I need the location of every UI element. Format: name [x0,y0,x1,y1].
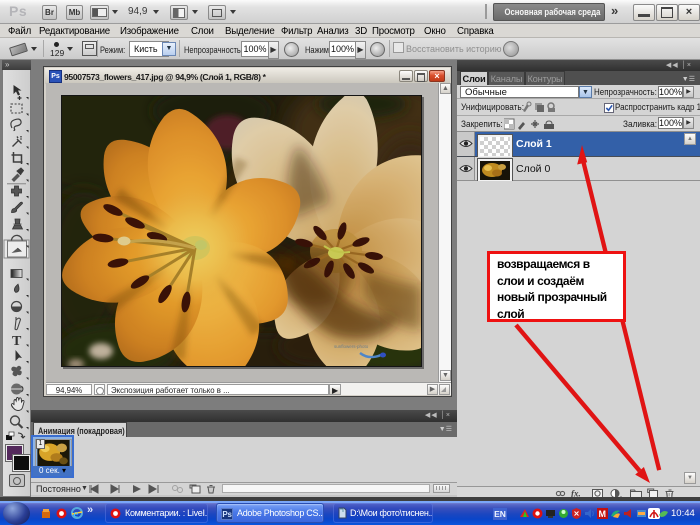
svg-text:e: e [74,508,79,519]
svg-text:M: M [599,509,607,519]
svg-text:T: T [12,334,22,349]
svg-text:sunflowers-photo: sunflowers-photo [334,344,369,349]
